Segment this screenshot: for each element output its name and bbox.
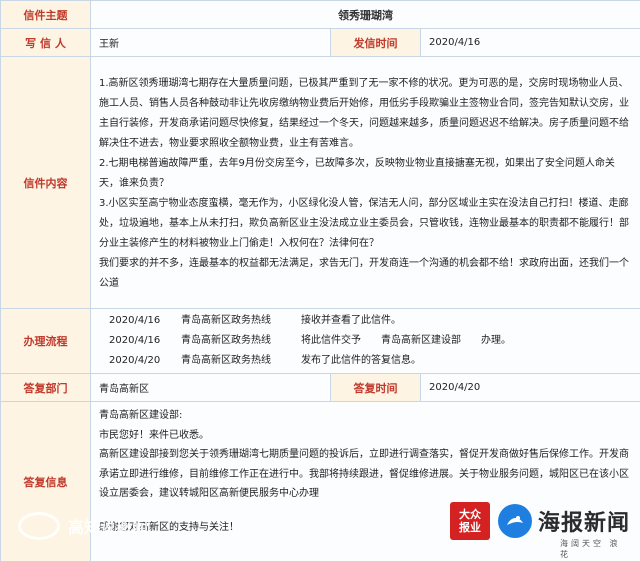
process-body: 2020/4/16 青岛高新区政务热线 接收并查看了此信件。 2020/4/16… — [91, 309, 640, 374]
send-date-value: 2020/4/16 — [421, 29, 640, 57]
process-entry: 2020/4/20 青岛高新区政务热线 发布了此信件的答复信息。 — [91, 351, 640, 371]
watermark-right: 大众报业 海报新闻 海阔天空 浪花 — [450, 502, 630, 540]
process-row: 办理流程 2020/4/16 青岛高新区政务热线 接收并查看了此信件。 2020… — [1, 309, 640, 374]
haibao-brand-text: 海报新闻 — [538, 505, 630, 537]
content-label: 信件内容 — [1, 57, 91, 309]
content-paragraph: 我们要求的并不多，连最基本的权益都无法满足，求告无门，开发商连一个沟通的机会都不… — [99, 254, 632, 294]
dazhong-badge-text: 大众报业 — [459, 508, 481, 534]
reply-dept-label: 答复部门 — [1, 374, 91, 402]
process-text: 发布了此信件的答复信息。 — [301, 351, 421, 371]
writer-row: 写 信 人 王新 发信时间 2020/4/16 — [1, 29, 640, 57]
process-label: 办理流程 — [1, 309, 91, 374]
reply-date-label: 答复时间 — [331, 374, 421, 402]
subject-row: 信件主题 领秀珊瑚湾 — [1, 1, 640, 29]
content-row: 信件内容 1.高新区领秀珊瑚湾七期存在大量质量问题，已极其严重到了无一家不修的状… — [1, 57, 640, 309]
process-date: 2020/4/20 — [109, 351, 181, 371]
reply-date-value: 2020/4/20 — [421, 374, 640, 402]
send-date-label: 发信时间 — [331, 29, 421, 57]
reply-dept-value: 青岛高新区 — [91, 374, 331, 402]
reply-paragraph: 市民您好！来件已收悉。 — [99, 426, 632, 446]
process-org: 青岛高新区政务热线 — [181, 351, 301, 371]
subject-value: 领秀珊瑚湾 — [91, 1, 640, 29]
watermark-left-text: 高知说新闻 — [68, 514, 148, 538]
watermark-logo-icon — [18, 512, 60, 540]
process-date: 2020/4/16 — [109, 311, 181, 331]
watermark-left: 高知说新闻 — [18, 506, 188, 546]
process-org: 青岛高新区政务热线 — [181, 331, 301, 351]
process-date: 2020/4/16 — [109, 331, 181, 351]
dazhong-badge-icon: 大众报业 — [450, 502, 490, 540]
process-text: 将此信件交予 青岛高新区建设部 办理。 — [301, 331, 511, 351]
dept-row: 答复部门 青岛高新区 答复时间 2020/4/20 — [1, 374, 640, 402]
reply-paragraph: 青岛高新区建设部: — [99, 406, 632, 426]
writer-label: 写 信 人 — [1, 29, 91, 57]
process-entry: 2020/4/16 青岛高新区政务热线 接收并查看了此信件。 — [91, 311, 640, 331]
process-text: 接收并查看了此信件。 — [301, 311, 401, 331]
content-body: 1.高新区领秀珊瑚湾七期存在大量质量问题，已极其严重到了无一家不修的状况。更为可… — [91, 57, 640, 309]
haibao-sub-text: 海阔天空 浪花 — [560, 538, 630, 560]
writer-value: 王新 — [91, 29, 331, 57]
process-org: 青岛高新区政务热线 — [181, 311, 301, 331]
reply-paragraph: 高新区建设部接到您关于领秀珊瑚湾七期质量问题的投诉后，立即进行调查落实，督促开发… — [99, 445, 632, 504]
content-paragraph: 2.七期电梯普遍故障严重，去年9月份交房至今，已故障多次，反映物业物业直接搪塞无… — [99, 154, 632, 194]
haibao-logo-icon — [498, 504, 532, 538]
process-entry: 2020/4/16 青岛高新区政务热线 将此信件交予 青岛高新区建设部 办理。 — [91, 331, 640, 351]
content-paragraph: 3.小区实至高宁物业态度蛮横，毫无作为，小区绿化没人管，保洁无人问，部分区域业主… — [99, 194, 632, 254]
content-paragraph: 1.高新区领秀珊瑚湾七期存在大量质量问题，已极其严重到了无一家不修的状况。更为可… — [99, 74, 632, 154]
letter-detail-table: 信件主题 领秀珊瑚湾 写 信 人 王新 发信时间 2020/4/16 信件内容 … — [0, 0, 640, 562]
subject-label: 信件主题 — [1, 1, 91, 29]
